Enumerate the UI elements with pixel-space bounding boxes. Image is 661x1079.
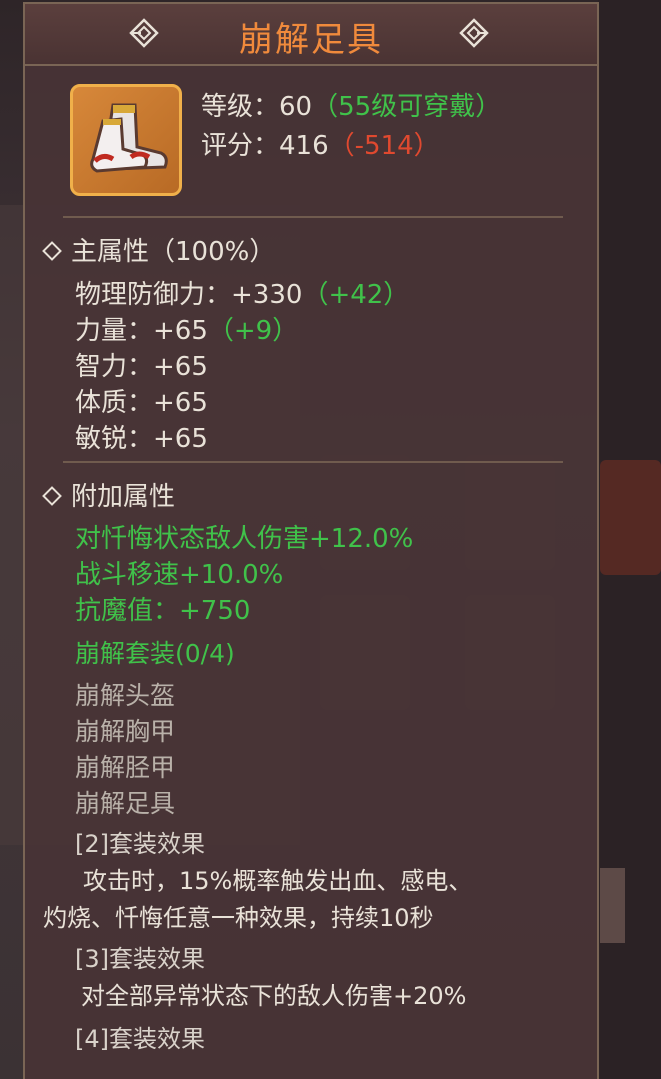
- attr-value: +65: [153, 388, 208, 418]
- diamond-icon: [42, 240, 62, 261]
- set-piece: 崩解足具: [75, 789, 176, 818]
- attr-value: +65: [153, 424, 208, 454]
- set-effect-text: 灼烧、忏悔任意一种效果，持续10秒: [43, 904, 434, 932]
- set-name: 崩解套装(0/4): [75, 639, 235, 668]
- extra-attr: 对忏悔状态敌人伤害+12.0%: [75, 524, 414, 554]
- set-piece: 崩解胫甲: [75, 753, 176, 782]
- boots-icon: [70, 84, 182, 196]
- background-button: [600, 868, 625, 943]
- attr-constitution: 体质：+65: [75, 382, 208, 419]
- score-line: 评分：416（-514）: [201, 125, 440, 162]
- extra-attr: 战斗移速+10.0%: [75, 560, 284, 590]
- tooltip-header: 崩解足具: [25, 4, 597, 66]
- background-item-icon: [600, 460, 661, 575]
- attr-strength: 力量：+65（+9）: [75, 310, 298, 347]
- attr-value: +330: [231, 280, 303, 310]
- extra-attr-section: 附加属性: [42, 476, 176, 513]
- level-label: 等级：: [201, 92, 280, 122]
- attr-sharpness: 敏锐：+65: [75, 418, 208, 455]
- attr-value: +65: [153, 316, 208, 346]
- attr-value: +65: [153, 352, 208, 382]
- set-effect-text: 对全部异常状态下的敌人伤害+20%: [81, 982, 467, 1010]
- level-requirement: （55级可穿戴）: [312, 92, 502, 122]
- attr-bonus: （+42）: [302, 280, 410, 310]
- divider: [63, 216, 563, 218]
- set-effect-text: 攻击时，15%概率触发出血、感电、: [83, 867, 473, 895]
- attr-name: 智力：: [75, 352, 154, 382]
- attr-intelligence: 智力：+65: [75, 346, 208, 383]
- level-line: 等级：60（55级可穿戴）: [201, 86, 501, 123]
- score-diff: （-514）: [328, 131, 440, 161]
- attr-name: 力量：: [75, 316, 154, 346]
- set-effect-title: [3]套装效果: [75, 945, 205, 973]
- score-label: 评分：: [201, 131, 280, 161]
- score-value: 416: [279, 131, 329, 161]
- attr-bonus: （+9）: [207, 316, 299, 346]
- item-tooltip: 崩解足具 等级：60（55级可穿戴） 评分：416（-514） 主属性（100%…: [23, 2, 599, 1079]
- extra-attr: 抗魔值：+750: [75, 596, 251, 626]
- attr-name: 敏锐：: [75, 424, 154, 454]
- attr-name: 体质：: [75, 388, 154, 418]
- set-effect-title: [4]套装效果: [75, 1025, 205, 1053]
- diamond-icon: [42, 485, 62, 506]
- main-attr-section: 主属性（100%）: [42, 231, 276, 268]
- attr-defense: 物理防御力：+330（+42）: [75, 274, 409, 311]
- set-effect-title: [2]套装效果: [75, 830, 205, 858]
- extra-attr-title: 附加属性: [71, 482, 176, 512]
- attr-name: 物理防御力：: [75, 280, 232, 310]
- level-value: 60: [279, 92, 313, 122]
- set-piece: 崩解胸甲: [75, 717, 176, 746]
- set-piece: 崩解头盔: [75, 681, 176, 710]
- main-attr-title: 主属性（100%）: [71, 237, 276, 267]
- divider: [63, 461, 563, 463]
- ornament-right-icon: [459, 18, 489, 48]
- item-title: 崩解足具: [239, 20, 383, 60]
